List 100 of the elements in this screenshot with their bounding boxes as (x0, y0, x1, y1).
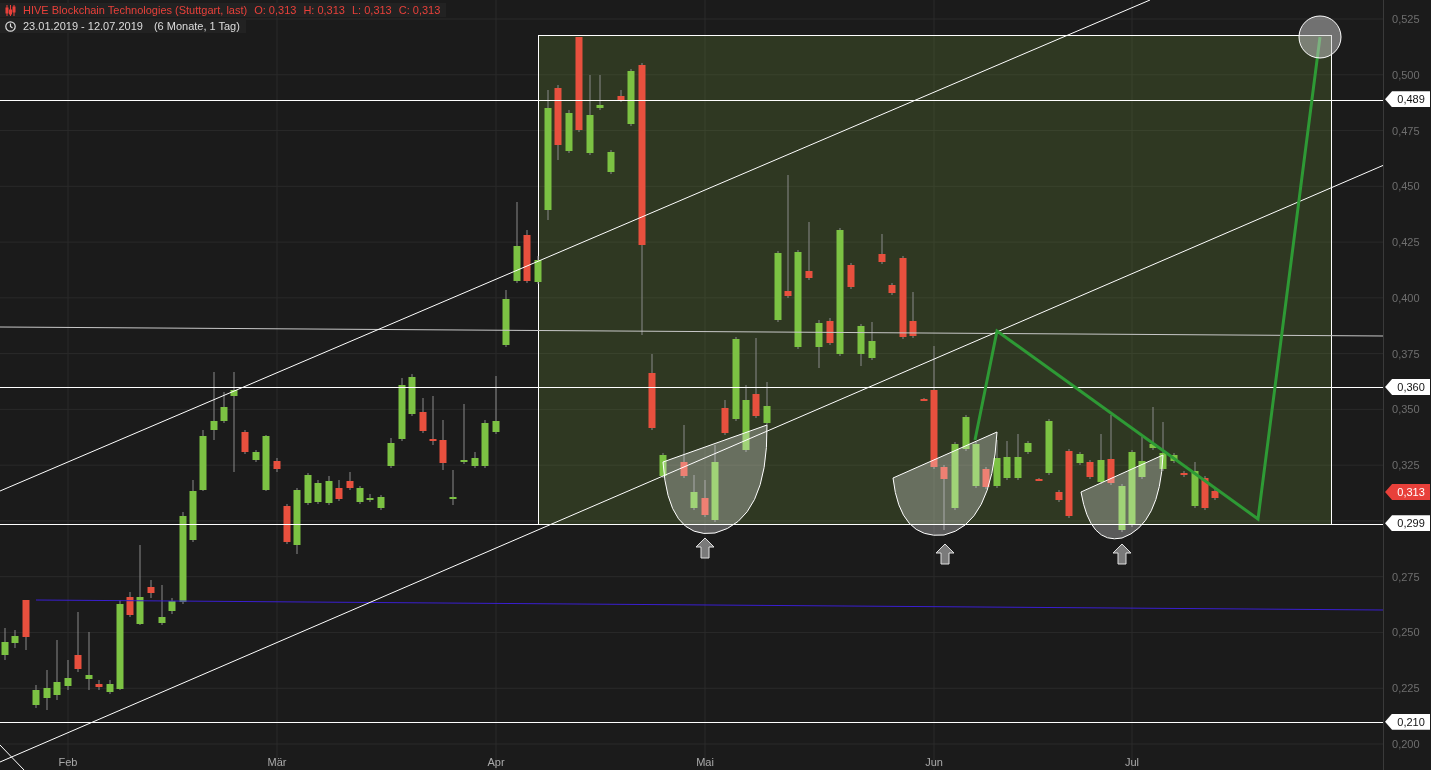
candlestick (304, 472, 312, 506)
candlestick (888, 282, 896, 296)
candlestick (1086, 459, 1094, 480)
candlestick (565, 109, 573, 154)
date-range: 23.01.2019 - 12.07.2019 (23, 20, 143, 32)
candlestick (1045, 418, 1053, 476)
candlestick (1065, 448, 1073, 519)
candlestick (940, 464, 948, 531)
candlestick (805, 221, 813, 281)
price-tick-label: 0,400 (1392, 290, 1420, 305)
month-label: Jul (1123, 756, 1141, 768)
candlestick (993, 439, 1001, 489)
candlestick (1180, 470, 1188, 478)
candlestick (1118, 483, 1126, 533)
candlestick (680, 424, 688, 479)
candlestick (147, 579, 155, 599)
candlestick (346, 471, 354, 491)
candlestick (335, 479, 343, 502)
candlestick (502, 289, 510, 348)
price-tick-label: 0,375 (1392, 346, 1420, 361)
month-label: Mai (695, 756, 715, 768)
candlestick (951, 441, 959, 511)
candlestick (1003, 440, 1011, 481)
candlestick (387, 437, 395, 469)
candlestick (314, 479, 322, 505)
candlestick (43, 669, 51, 711)
candlestick (419, 397, 427, 434)
price-tick-label: 0,275 (1392, 569, 1420, 584)
candlestick (168, 597, 176, 615)
candlestick (826, 317, 834, 346)
candlestick (262, 434, 270, 492)
candlestick (617, 89, 625, 103)
price-tag: 0,489 (1385, 91, 1431, 108)
month-label: Apr (486, 756, 506, 768)
candlestick (1201, 475, 1209, 511)
month-label: Jun (924, 756, 944, 768)
candlestick (701, 479, 709, 518)
up-arrow-icon (1112, 543, 1132, 565)
candlestick (972, 441, 980, 489)
month-label: Feb (57, 756, 79, 768)
candlestick (962, 414, 970, 452)
price-tag: 0,299 (1385, 515, 1431, 532)
candlestick (742, 384, 750, 453)
price-tick-label: 0,250 (1392, 625, 1420, 640)
candlestick (1024, 440, 1032, 455)
candlestick (106, 679, 114, 695)
candlestick (721, 399, 729, 436)
price-tag: 0,313 (1385, 483, 1431, 500)
price-tick-label: 0,325 (1392, 458, 1420, 473)
month-label: Mär (266, 756, 288, 768)
period-label: (6 Monate, 1 Tag) (153, 20, 240, 32)
candlestick (1097, 433, 1105, 485)
candlestick (763, 381, 771, 426)
ohlc-value: C: 0,313 (398, 4, 441, 16)
price-tick-label: 0,525 (1392, 12, 1420, 26)
candlestick (220, 391, 228, 424)
candlestick (377, 494, 385, 511)
price-tick-label: 0,200 (1392, 737, 1420, 751)
candlestick (408, 373, 416, 417)
candlestick (126, 591, 134, 618)
candlestick (460, 403, 468, 465)
candlestick (1, 627, 9, 661)
candlestick (596, 74, 604, 111)
candlestick (429, 395, 437, 446)
price-tag: 0,210 (1385, 713, 1431, 730)
candlestick (273, 457, 281, 473)
candlestick (607, 149, 615, 175)
candlestick (523, 229, 531, 284)
candlestick (1149, 406, 1157, 451)
candlestick (32, 684, 40, 709)
candlestick (325, 475, 333, 506)
candlestick (815, 319, 823, 369)
candlestick (690, 474, 698, 511)
candlestick (847, 262, 855, 290)
trend-line (0, 744, 25, 770)
candlestick (492, 375, 500, 435)
candlestick (22, 599, 30, 651)
price-tag: 0,360 (1385, 379, 1431, 396)
candlestick (252, 449, 260, 463)
candlestick (439, 419, 447, 471)
ohlc-value: O: 0,313 (254, 4, 297, 16)
candles-icon (5, 4, 16, 16)
candlestick (95, 679, 103, 691)
candlestick (627, 68, 635, 127)
candlestick (1035, 477, 1043, 482)
candlestick (241, 429, 249, 455)
candlestick (878, 233, 886, 265)
candlestick (158, 584, 166, 626)
candlestick (283, 503, 291, 545)
candlestick (449, 469, 457, 506)
candlestick (1211, 488, 1219, 501)
candlestick (1170, 452, 1178, 464)
clock-icon (5, 20, 16, 32)
candlestick (1014, 433, 1022, 481)
ohlc-value: H: 0,313 (303, 4, 345, 16)
candlestick (481, 419, 489, 469)
candlestick (210, 371, 218, 441)
candlestick (1159, 421, 1167, 472)
price-tick-label: 0,350 (1392, 402, 1420, 417)
candlestick (1191, 461, 1199, 509)
